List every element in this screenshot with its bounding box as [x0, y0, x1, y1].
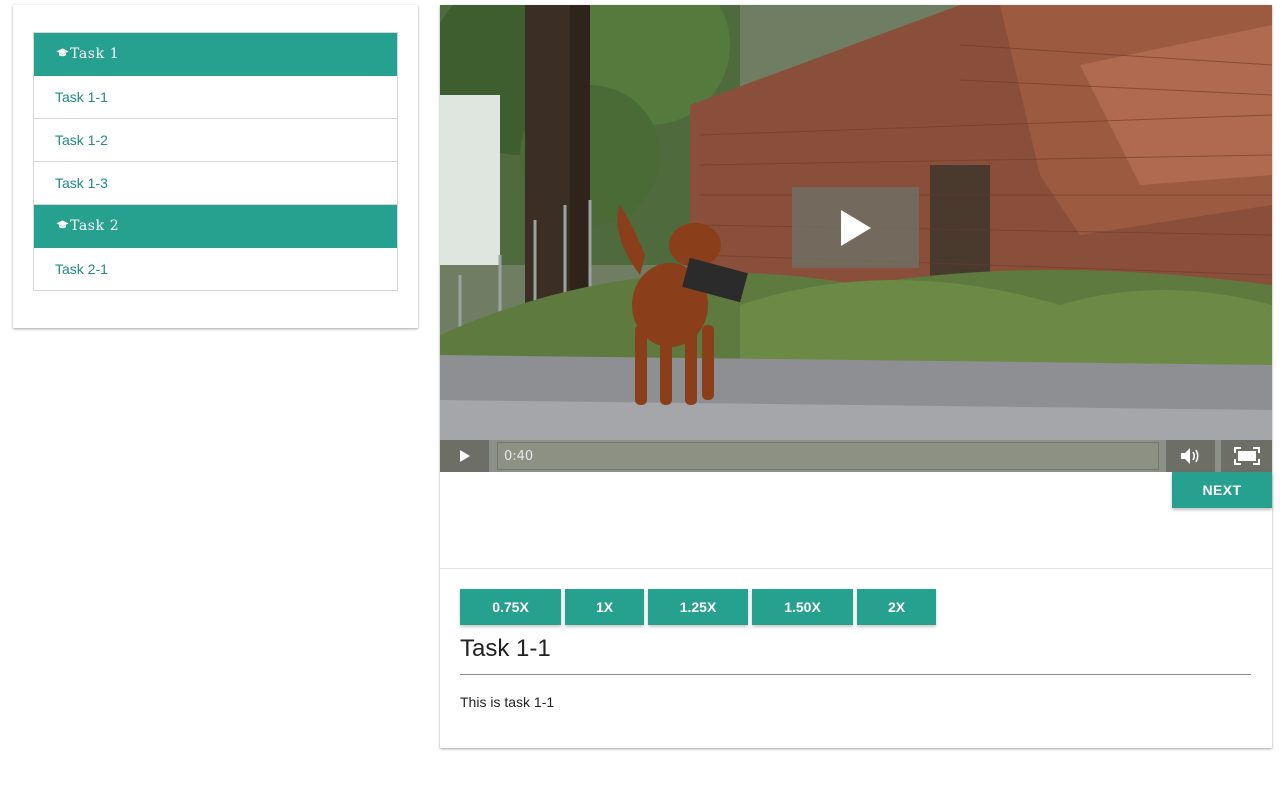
section-header-task-2[interactable]: Task 2 [34, 205, 397, 248]
speed-1-50x-button[interactable]: 1.50X [752, 589, 853, 625]
play-icon [840, 209, 871, 246]
sidebar-item-task-2-1[interactable]: Task 2-1 [34, 248, 397, 291]
fullscreen-icon [1233, 447, 1260, 465]
big-play-button[interactable] [792, 187, 919, 268]
video-controls: 0:40 [440, 440, 1272, 472]
speed-1-25x-button[interactable]: 1.25X [648, 589, 748, 625]
section-header-label: Task 1 [70, 46, 120, 62]
next-button[interactable]: NEXT [1172, 472, 1272, 508]
speed-0-75x-button[interactable]: 0.75X [460, 589, 561, 625]
task-menu: Task 1 Task 1-1 Task 1-2 Task 1-3 Task 2… [33, 32, 398, 291]
fullscreen-button[interactable] [1221, 440, 1272, 472]
volume-button[interactable] [1166, 440, 1215, 472]
task-description: This is task 1-1 [460, 694, 555, 710]
sidebar-card: Task 1 Task 1-1 Task 1-2 Task 1-3 Task 2… [13, 5, 418, 328]
sidebar-item-task-1-2[interactable]: Task 1-2 [34, 119, 397, 162]
section-header-task-1[interactable]: Task 1 [34, 33, 397, 76]
task-title: Task 1-1 [460, 635, 551, 662]
lesson-card: 0:40 NEXT 0.75X 1X 1.25X 1.50X 2X Task 1… [440, 5, 1272, 748]
sidebar-item-task-1-1[interactable]: Task 1-1 [34, 76, 397, 119]
time-display: 0:40 [504, 449, 534, 464]
section-header-label: Task 2 [70, 218, 120, 234]
speed-1x-button[interactable]: 1X [565, 589, 644, 625]
section-divider [440, 568, 1272, 569]
playback-speed-group: 0.75X 1X 1.25X 1.50X 2X [460, 589, 940, 625]
progress-bar[interactable]: 0:40 [497, 442, 1159, 470]
graduation-cap-icon [56, 48, 69, 57]
speed-2x-button[interactable]: 2X [857, 589, 936, 625]
play-button[interactable] [440, 440, 489, 472]
play-icon [459, 450, 470, 462]
sidebar-item-task-1-3[interactable]: Task 1-3 [34, 162, 397, 205]
graduation-cap-icon [56, 220, 69, 229]
video-player[interactable]: 0:40 [440, 5, 1272, 472]
title-divider [460, 674, 1251, 675]
volume-icon [1180, 448, 1199, 464]
